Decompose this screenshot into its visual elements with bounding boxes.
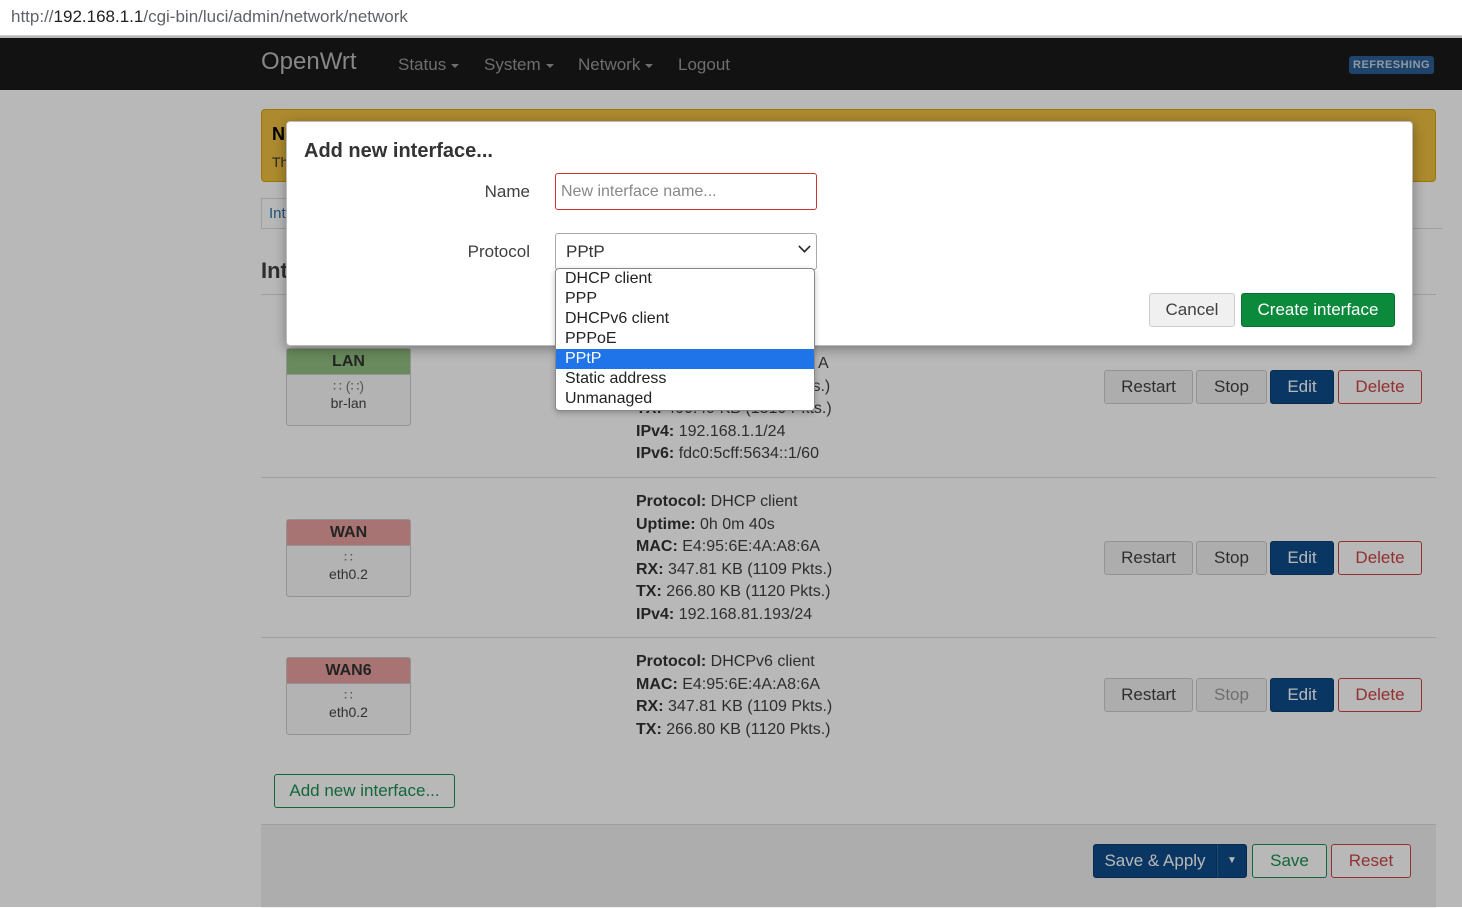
option-dhcpv6-client[interactable]: DHCPv6 client: [556, 309, 814, 329]
protocol-selected-value: PPtP: [566, 242, 605, 261]
interface-name-input[interactable]: [555, 173, 817, 210]
chevron-down-icon: [798, 240, 811, 253]
option-pptp[interactable]: PPtP: [556, 349, 814, 369]
url-path: /cgi-bin/luci/admin/network/network: [143, 7, 408, 26]
create-interface-button[interactable]: Create interface: [1241, 293, 1395, 327]
cancel-button[interactable]: Cancel: [1149, 293, 1235, 327]
option-dhcp-client[interactable]: DHCP client: [556, 269, 814, 289]
add-interface-dialog: Add new interface... Name Protocol PPtP …: [286, 121, 1413, 346]
url-host: 192.168.1.1: [53, 7, 144, 26]
option-static-address[interactable]: Static address: [556, 369, 814, 389]
protocol-label: Protocol: [467, 242, 530, 261]
dialog-title: Add new interface...: [304, 140, 493, 162]
option-pppoe[interactable]: PPPoE: [556, 329, 814, 349]
name-label: Name: [484, 182, 530, 201]
option-unmanaged[interactable]: Unmanaged: [556, 389, 814, 409]
option-ppp[interactable]: PPP: [556, 289, 814, 309]
url-prefix: http://: [11, 7, 54, 26]
address-bar-clear: http://192.168.1.1/cgi-bin/luci/admin/ne…: [0, 0, 1462, 36]
protocol-select[interactable]: PPtP: [555, 233, 817, 270]
protocol-dropdown-list: DHCP client PPP DHCPv6 client PPPoE PPtP…: [555, 268, 815, 411]
